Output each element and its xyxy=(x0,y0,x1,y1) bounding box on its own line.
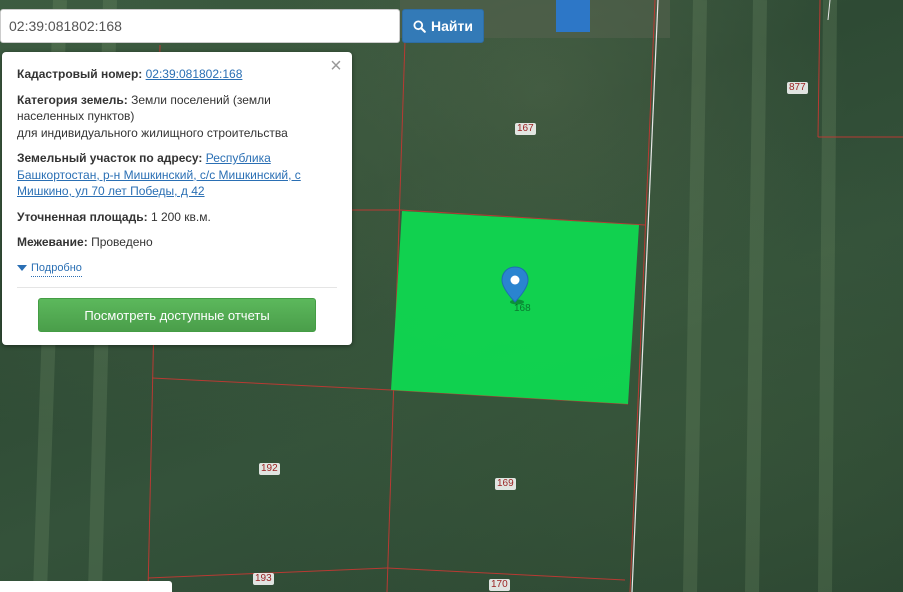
plot-info-popup: × Кадастровый номер: 02:39:081802:168 Ка… xyxy=(2,52,352,345)
plot-label-193[interactable]: 193 xyxy=(253,573,274,585)
popup-divider xyxy=(17,287,337,288)
bottom-panel-edge xyxy=(0,581,172,592)
plot-label-169[interactable]: 169 xyxy=(495,478,516,490)
area-label: Уточненная площадь: xyxy=(17,209,148,224)
search-button[interactable]: Найти xyxy=(402,9,484,43)
land-category-value-3: для индивидуального жилищного строительс… xyxy=(17,125,288,140)
plot-label-167[interactable]: 167 xyxy=(515,123,536,135)
cadastral-search-input[interactable] xyxy=(0,9,400,43)
address-link-3[interactable]: Мишкино, ул 70 лет Победы, д 42 xyxy=(17,184,205,198)
plot-label-877[interactable]: 877 xyxy=(787,82,808,94)
address-link-1[interactable]: Республика xyxy=(206,151,271,165)
search-bar xyxy=(0,9,400,43)
cadastral-number-link[interactable]: 02:39:081802:168 xyxy=(146,67,243,81)
plot-label-192[interactable]: 192 xyxy=(259,463,280,475)
cadastral-number-label: Кадастровый номер: xyxy=(17,67,143,81)
survey-value: Проведено xyxy=(91,235,153,249)
close-icon[interactable]: × xyxy=(328,56,344,76)
land-category-value-1: Земли поселений (земли xyxy=(131,92,271,107)
address-row: Земельный участок по адресу: Республика … xyxy=(17,150,337,200)
selected-plot-label: 168 xyxy=(514,303,531,314)
land-category-label: Категория земель: xyxy=(17,92,128,107)
area-row: Уточненная площадь: 1 200 кв.м. xyxy=(17,209,337,226)
caret-down-icon xyxy=(17,265,27,272)
plot-label-170[interactable]: 170 xyxy=(489,579,510,591)
survey-row: Межевание: Проведено xyxy=(17,234,337,251)
area-value: 1 200 кв.м. xyxy=(150,209,211,224)
view-reports-button[interactable]: Посмотреть доступные отчеты xyxy=(38,298,316,332)
blue-roof xyxy=(556,0,590,32)
search-icon xyxy=(413,19,426,33)
cadastral-number-row: Кадастровый номер: 02:39:081802:168 xyxy=(17,66,337,83)
details-label: Подробно xyxy=(31,260,82,277)
address-label: Земельный участок по адресу: xyxy=(17,151,203,165)
search-button-label: Найти xyxy=(431,18,473,34)
road-line xyxy=(631,0,659,592)
address-link-2[interactable]: Башкортостан, р-н Мишкинский, с/с Мишкин… xyxy=(17,168,301,182)
survey-label: Межевание: xyxy=(17,235,88,249)
land-category-value-2: населенных пунктов) xyxy=(17,109,135,123)
land-category-row: Категория земель: Земли поселений (земли… xyxy=(17,92,337,142)
details-toggle[interactable]: Подробно xyxy=(17,260,337,277)
